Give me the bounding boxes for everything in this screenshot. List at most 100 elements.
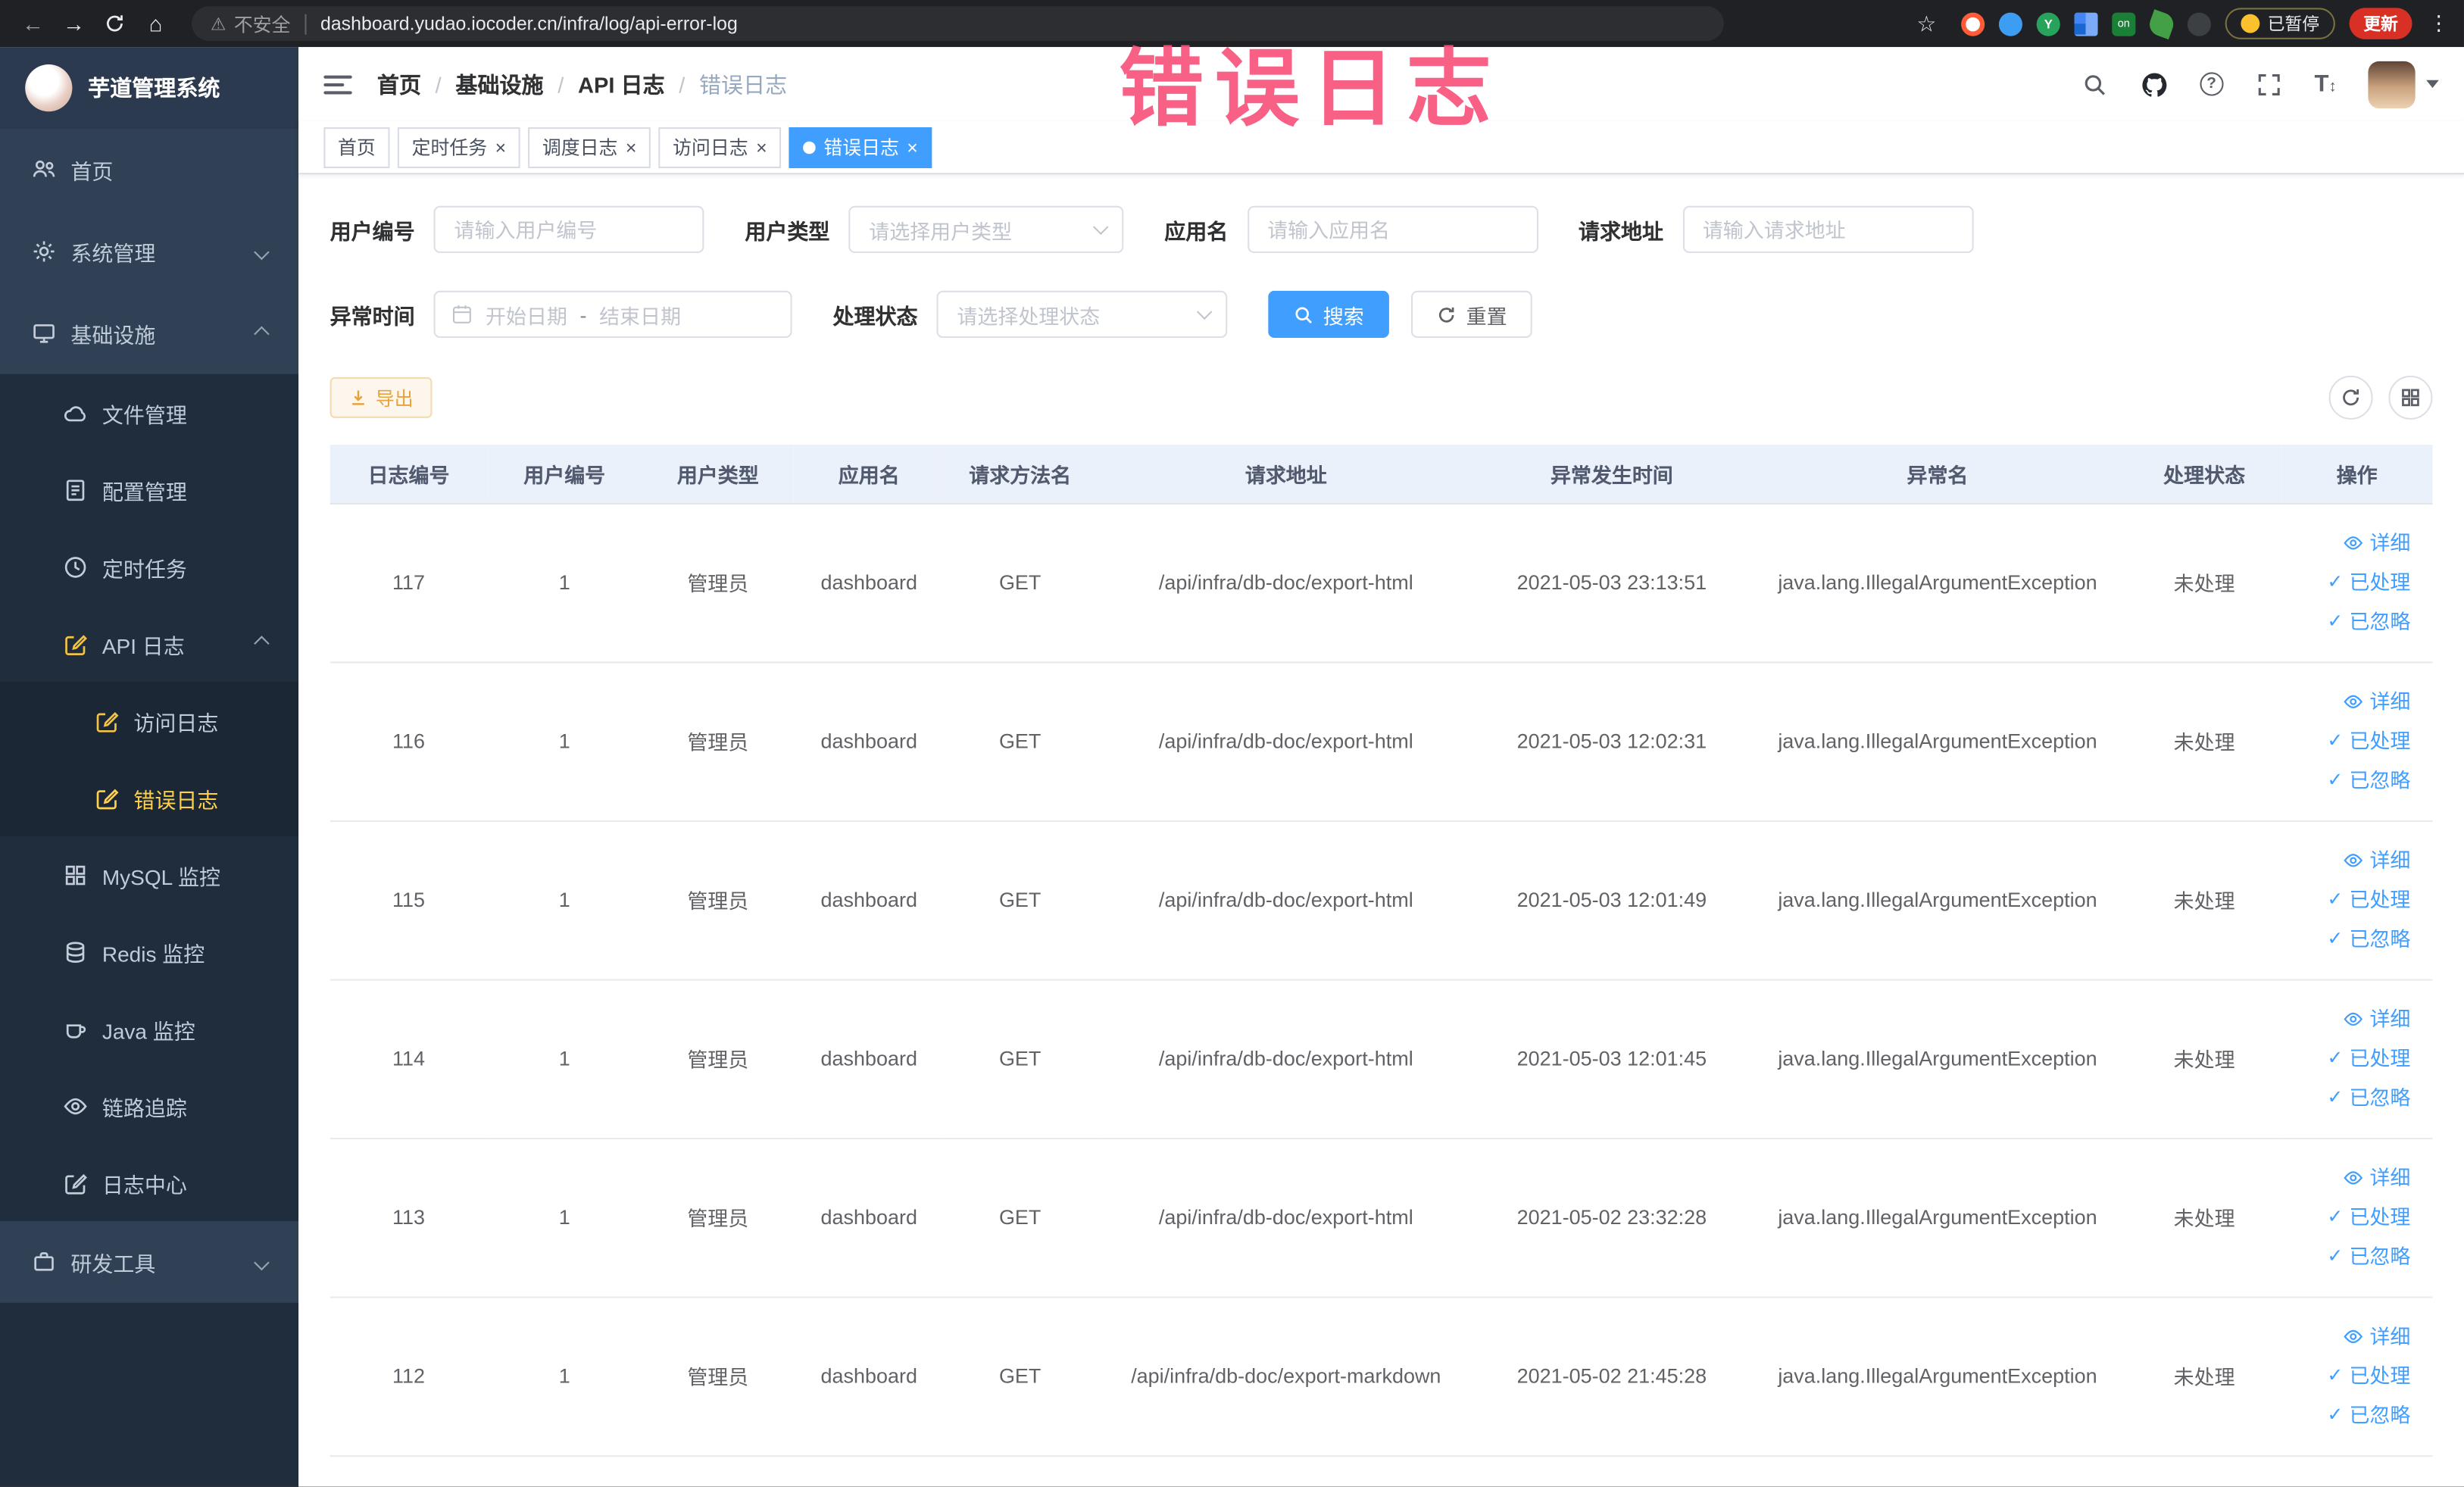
- column-settings-button[interactable]: [2388, 375, 2433, 420]
- sidebar-item-trace[interactable]: 链路追踪: [0, 1067, 298, 1145]
- document-icon: [63, 477, 88, 502]
- sidebar-item-system[interactable]: 系统管理: [0, 211, 298, 292]
- browser-forward-icon[interactable]: →: [54, 3, 95, 44]
- extension-target-icon[interactable]: [1961, 11, 1985, 36]
- tag-close-icon[interactable]: ×: [756, 138, 767, 157]
- tag-error-log[interactable]: 错误日志 ×: [789, 127, 932, 167]
- app-name-input[interactable]: [1247, 205, 1538, 254]
- user-menu[interactable]: [2368, 60, 2439, 108]
- ignored-link[interactable]: ✓ 已忽略: [2281, 920, 2410, 959]
- cell-operations: 详细 ✓ 已处理 ✓ 已忽略: [2281, 502, 2433, 663]
- sidebar-item-access-log[interactable]: 访问日志: [0, 682, 298, 759]
- user-type-select[interactable]: 请选择用户类型: [848, 205, 1124, 254]
- extension-paw-icon[interactable]: [2187, 11, 2211, 36]
- sidebar-item-infrastructure[interactable]: 基础设施: [0, 292, 298, 374]
- ignored-link[interactable]: ✓ 已忽略: [2281, 1078, 2410, 1117]
- processed-link[interactable]: ✓ 已处理: [2281, 721, 2410, 761]
- browser-reload-icon[interactable]: [94, 3, 135, 44]
- tag-label: 调度日志: [542, 136, 618, 159]
- detail-link[interactable]: 详细: [2281, 841, 2410, 880]
- fullscreen-icon[interactable]: [2255, 70, 2283, 98]
- chevron-up-icon: [254, 636, 270, 651]
- sidebar-filler: [0, 1302, 299, 1487]
- reset-button[interactable]: 重置: [1411, 290, 1532, 339]
- breadcrumb-api-log[interactable]: API 日志: [578, 68, 665, 99]
- date-range-picker[interactable]: 开始日期 - 结束日期: [433, 290, 792, 339]
- user-id-input[interactable]: [433, 205, 704, 254]
- detail-link[interactable]: 详细: [2281, 1317, 2410, 1357]
- extension-drop-icon[interactable]: [1998, 11, 2023, 36]
- request-url-input[interactable]: [1682, 205, 1973, 254]
- extension-grid-icon[interactable]: [2074, 11, 2098, 36]
- processed-link[interactable]: ✓ 已处理: [2281, 1198, 2410, 1237]
- tag-schedule-log[interactable]: 调度日志 ×: [528, 127, 651, 167]
- browser-back-icon[interactable]: ←: [13, 3, 54, 44]
- browser-menu-icon[interactable]: ⋮: [2426, 11, 2451, 36]
- screenshot-stage: ← → ⌂ ⚠ 不安全 dashboard.yudao.iocoder.cn/i…: [0, 0, 2464, 1487]
- extension-y-icon[interactable]: Y: [2036, 11, 2060, 36]
- browser-home-icon[interactable]: ⌂: [135, 3, 176, 44]
- refresh-table-button[interactable]: [2328, 375, 2373, 420]
- tag-access-log[interactable]: 访问日志 ×: [658, 127, 782, 167]
- search-icon[interactable]: [2080, 70, 2108, 98]
- paused-extension-button[interactable]: 已暂停: [2225, 8, 2335, 39]
- sidebar-item-dev-tools[interactable]: 研发工具: [0, 1221, 298, 1303]
- cell-operations: 详细 ✓ 已处理 ✓ 已忽略: [2281, 1138, 2433, 1298]
- reset-button-label: 重置: [1466, 304, 1507, 328]
- cell-request-url: /api/infra/db-doc/export-html: [1096, 502, 1476, 663]
- browser-update-button[interactable]: 更新: [2349, 8, 2412, 39]
- sidebar-item-api-log[interactable]: API 日志: [0, 605, 298, 683]
- font-size-icon[interactable]: T↕: [2315, 70, 2337, 97]
- processed-link[interactable]: ✓ 已处理: [2281, 1356, 2410, 1395]
- tag-close-icon[interactable]: ×: [907, 138, 918, 157]
- ignored-link[interactable]: ✓ 已忽略: [2281, 1395, 2410, 1435]
- process-status-select[interactable]: 请选择处理状态: [936, 290, 1228, 339]
- help-icon[interactable]: ?: [2200, 72, 2224, 96]
- sidebar-item-scheduled-tasks[interactable]: 定时任务: [0, 528, 298, 605]
- address-bar[interactable]: ⚠ 不安全 dashboard.yudao.iocoder.cn/infra/l…: [192, 6, 1724, 41]
- edit-square-icon: [63, 1170, 88, 1195]
- sidebar-item-redis-monitor[interactable]: Redis 监控: [0, 913, 298, 990]
- processed-link[interactable]: ✓ 已处理: [2281, 1039, 2410, 1078]
- tag-home[interactable]: 首页: [323, 127, 390, 167]
- sidebar-item-file-management[interactable]: 文件管理: [0, 374, 298, 451]
- ignored-link[interactable]: ✓ 已忽略: [2281, 602, 2410, 642]
- tag-close-icon[interactable]: ×: [626, 138, 637, 157]
- export-button[interactable]: 导出: [329, 376, 433, 418]
- processed-link[interactable]: ✓ 已处理: [2281, 563, 2410, 602]
- sidebar-item-log-center[interactable]: 日志中心: [0, 1144, 298, 1221]
- detail-link[interactable]: 详细: [2281, 682, 2410, 721]
- ignored-link[interactable]: ✓ 已忽略: [2281, 761, 2410, 800]
- tag-close-icon[interactable]: ×: [495, 138, 507, 157]
- tag-scheduled-tasks[interactable]: 定时任务 ×: [397, 127, 520, 167]
- processed-link[interactable]: ✓ 已处理: [2281, 880, 2410, 920]
- sidebar-item-java-monitor[interactable]: Java 监控: [0, 990, 298, 1067]
- detail-link[interactable]: 详细: [2281, 523, 2410, 563]
- sidebar-item-home[interactable]: 首页: [0, 129, 298, 211]
- breadcrumb-infrastructure[interactable]: 基础设施: [455, 68, 543, 99]
- search-button[interactable]: 搜索: [1268, 290, 1389, 339]
- sidebar-item-label: Java 监控: [101, 1019, 195, 1043]
- sidebar-item-mysql-monitor[interactable]: MySQL 监控: [0, 836, 298, 914]
- github-icon[interactable]: [2140, 70, 2168, 98]
- sidebar-item-config-management[interactable]: 配置管理: [0, 451, 298, 528]
- bookmark-star-icon[interactable]: ☆: [1906, 3, 1947, 44]
- cell-operations: 详细 ✓ 已处理 ✓ 已忽略: [2281, 979, 2433, 1139]
- app-logo[interactable]: 芋道管理系统: [0, 47, 299, 130]
- cell-status: 未处理: [2127, 820, 2281, 980]
- extension-leaf-icon[interactable]: [2146, 8, 2177, 39]
- breadcrumb-home[interactable]: 首页: [377, 68, 421, 99]
- detail-link[interactable]: 详细: [2281, 999, 2410, 1039]
- hamburger-icon[interactable]: [323, 74, 352, 94]
- sidebar-item-error-log[interactable]: 错误日志: [0, 759, 298, 836]
- sidebar: 芋道管理系统 首页 系统管理 基础设施 文件管理 配置管理 定时任务 API 日…: [0, 47, 299, 1487]
- ignored-link[interactable]: ✓ 已忽略: [2281, 1237, 2410, 1276]
- top-navbar: 首页 / 基础设施 / API 日志 / 错误日志 ? T↕: [298, 47, 2464, 121]
- eye-icon: [2343, 1326, 2363, 1347]
- cell-app-name: dashboard: [794, 979, 944, 1139]
- extension-on-icon[interactable]: on: [2112, 11, 2136, 36]
- detail-link[interactable]: 详细: [2281, 1158, 2410, 1198]
- grid-icon: [2400, 386, 2422, 408]
- page-content: 用户编号 用户类型 请选择用户类型 应用名: [298, 174, 2464, 1486]
- cell-request-url: /api/infra/db-doc/export-html: [1096, 661, 1476, 821]
